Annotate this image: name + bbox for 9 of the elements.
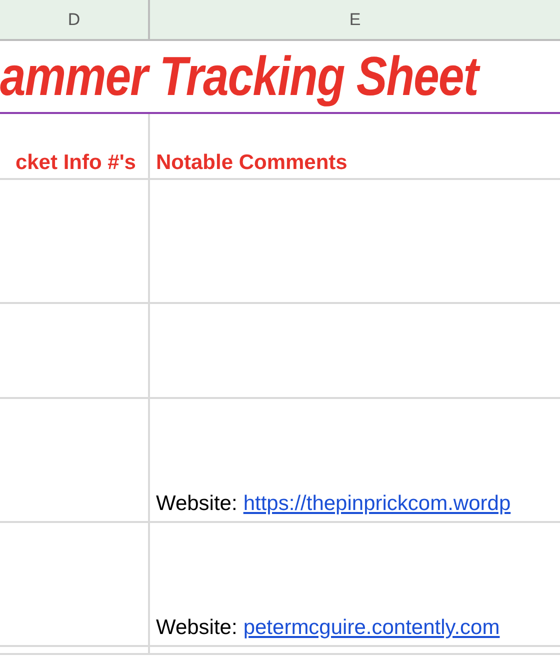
website-link[interactable]: petermcguire.contently.com [243, 616, 500, 639]
sheet-title: ammer Tracking Sheet [0, 49, 478, 104]
column-header: E [349, 10, 361, 30]
column-title: cket Info #'s [15, 150, 136, 175]
column-title: Notable Comments [156, 150, 348, 175]
website-link[interactable]: https://thepinprickcom.wordp [243, 492, 511, 515]
website-label: Website: [156, 616, 238, 639]
column-header: D [68, 10, 80, 30]
website-label: Website: [156, 492, 238, 515]
